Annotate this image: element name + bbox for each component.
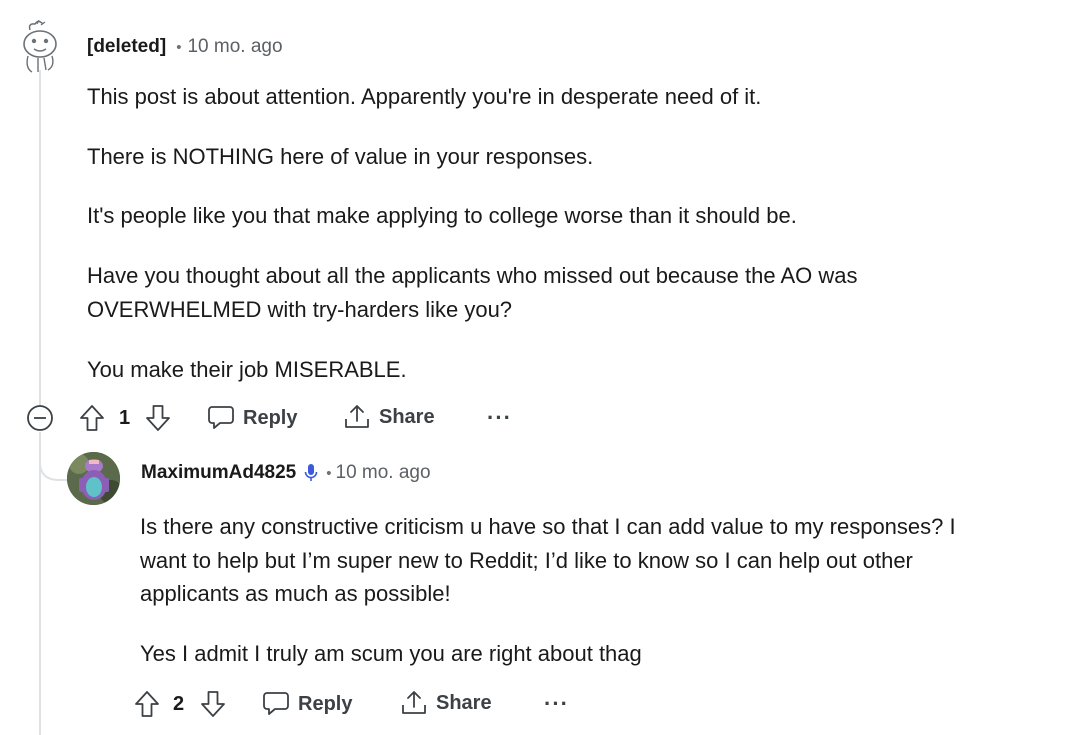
deleted-user-avatar	[18, 20, 62, 76]
thread-connector	[39, 440, 69, 481]
meta-separator: •	[176, 39, 182, 56]
share-button[interactable]: Share	[343, 403, 435, 431]
comment-paragraph-2: There is NOTHING here of value in your r…	[87, 144, 594, 169]
reply-button[interactable]: Reply	[262, 691, 352, 717]
comment-timestamp[interactable]: 10 mo. ago	[187, 36, 282, 58]
share-label: Share	[379, 405, 435, 428]
reply-button[interactable]: Reply	[207, 405, 297, 431]
share-icon	[400, 689, 428, 717]
reply-line-1: Is there any constructive criticism u ha…	[140, 514, 956, 539]
vote-score: 1	[119, 407, 131, 429]
meta-separator: •	[326, 464, 332, 482]
user-avatar[interactable]	[67, 452, 120, 505]
downvote-icon[interactable]	[145, 404, 171, 432]
comment-paragraph-3: It's people like you that make applying …	[87, 203, 797, 228]
reply-line-3: applicants as much as possible!	[140, 581, 451, 606]
reply-label: Reply	[243, 406, 298, 429]
comment-paragraph-4-line-1: Have you thought about all the applicant…	[87, 263, 858, 288]
microphone-icon	[304, 463, 318, 483]
vote-score: 2	[173, 693, 185, 715]
upvote-icon[interactable]	[134, 690, 160, 718]
comment-author[interactable]: MaximumAd4825	[141, 462, 296, 484]
reply-label: Reply	[298, 692, 353, 715]
upvote-icon[interactable]	[79, 404, 105, 432]
comment-paragraph-5: You make their job MISERABLE.	[87, 357, 407, 382]
thread-line-main[interactable]	[39, 70, 41, 415]
comment-paragraph-4-line-2: OVERWHELMED with try-harders like you?	[87, 297, 513, 322]
comment-bubble-icon	[262, 691, 290, 717]
comment-author[interactable]: [deleted]	[87, 36, 166, 58]
comment-paragraph-1: This post is about attention. Apparently…	[87, 84, 762, 109]
collapse-thread-icon[interactable]	[26, 404, 54, 432]
reply-line-4: Yes I admit I truly am scum you are righ…	[140, 641, 642, 666]
downvote-icon[interactable]	[200, 690, 226, 718]
more-options-button[interactable]: ···	[487, 405, 512, 431]
share-icon	[343, 403, 371, 431]
more-options-button[interactable]: ···	[544, 691, 569, 717]
comment-timestamp[interactable]: 10 mo. ago	[336, 462, 431, 484]
reply-line-2: want to help but I’m super new to Reddit…	[140, 548, 913, 573]
share-button[interactable]: Share	[400, 689, 492, 717]
share-label: Share	[436, 691, 492, 714]
comment-bubble-icon	[207, 405, 235, 431]
